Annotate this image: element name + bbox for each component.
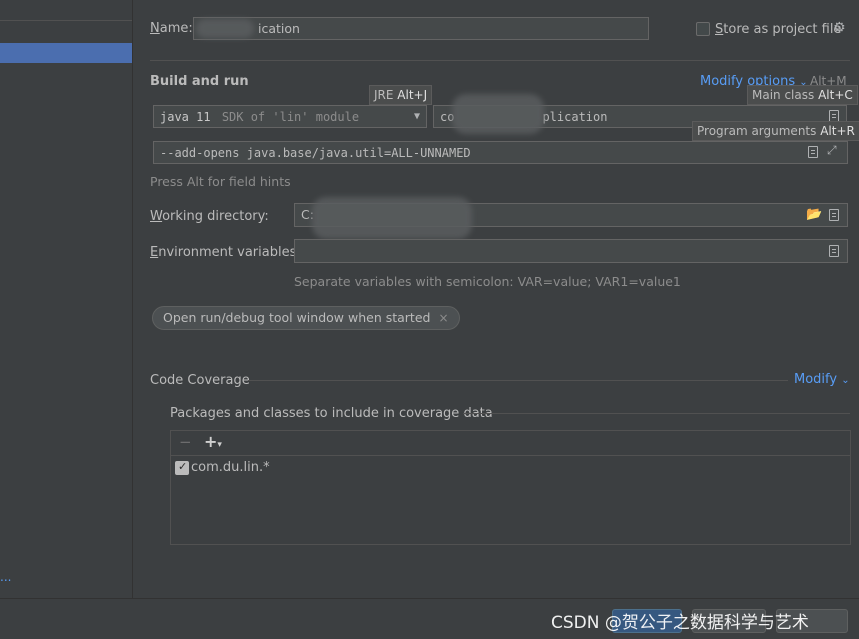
build-run-title: Build and run — [150, 74, 249, 89]
packages-title: Packages and classes to include in cover… — [170, 406, 493, 421]
fullscreen-icon[interactable]: ⤢ — [827, 143, 837, 158]
packages-toolbar: − +▾ — [171, 431, 850, 456]
main-class-suffix: plication — [542, 110, 608, 124]
env-vars-label: Environment variables: — [150, 245, 301, 260]
list-item[interactable]: com.du.lin.* — [175, 460, 845, 478]
gear-icon[interactable]: ⚙ — [833, 20, 846, 36]
env-vars-input[interactable] — [294, 239, 848, 263]
redacted-name-blur — [196, 19, 254, 38]
redacted-path-blur — [312, 197, 472, 239]
edit-env-icon[interactable] — [829, 245, 839, 257]
name-input-value: ication — [258, 21, 300, 36]
jre-tooltip: JRE Alt+J — [369, 85, 433, 105]
coverage-divider — [248, 380, 788, 381]
config-tree-sidebar: ... — [0, 0, 133, 598]
coverage-modify-link[interactable]: Modify ⌄ — [794, 372, 850, 387]
packages-divider — [463, 413, 850, 414]
packages-list-panel: − +▾ com.du.lin.* — [170, 430, 851, 545]
open-tool-window-chip[interactable]: Open run/debug tool window when started × — [152, 306, 460, 330]
header-divider — [150, 60, 850, 61]
sdk-detail: SDK of 'lin' module — [221, 110, 360, 124]
field-hint-text: Press Alt for field hints — [150, 174, 291, 189]
sidebar-divider — [0, 20, 132, 21]
package-label: com.du.lin.* — [191, 460, 270, 475]
close-icon[interactable]: × — [438, 311, 448, 325]
program-args-tooltip: Program arguments Alt+R — [692, 121, 859, 141]
vm-options-input[interactable]: --add-opens java.base/java.util=ALL-UNNA… — [153, 141, 848, 164]
chevron-down-icon: ▼ — [413, 111, 420, 122]
working-directory-label: Working directory: — [150, 209, 269, 224]
env-vars-hint: Separate variables with semicolon: VAR=v… — [294, 274, 681, 289]
folder-icon[interactable]: 📂 — [806, 207, 822, 222]
redacted-main-class-blur — [452, 94, 544, 134]
main-class-tooltip: Main class Alt+C — [747, 85, 858, 105]
expand-text-icon[interactable] — [808, 146, 818, 158]
remove-icon[interactable]: − — [179, 433, 192, 451]
sdk-value: java 11 — [160, 110, 211, 124]
store-project-file-checkbox[interactable] — [696, 22, 710, 36]
sidebar-more-link[interactable]: ... — [0, 570, 11, 584]
code-coverage-title: Code Coverage — [150, 373, 250, 388]
name-label: Name: — [150, 21, 193, 36]
package-checkbox[interactable] — [175, 460, 189, 475]
sidebar-selected-item[interactable] — [0, 43, 132, 63]
vm-options-value: --add-opens java.base/java.util=ALL-UNNA… — [160, 146, 471, 160]
csdn-watermark: CSDN @贺公子之数据科学与艺术 — [551, 613, 809, 633]
jre-sdk-dropdown[interactable]: java 11 SDK of 'lin' module ▼ — [153, 105, 427, 128]
store-project-file-label: Store as project file — [715, 22, 842, 37]
chip-label: Open run/debug tool window when started — [163, 310, 431, 325]
add-icon[interactable]: +▾ — [204, 432, 222, 451]
macros-icon[interactable] — [829, 209, 839, 221]
name-input[interactable]: ication — [193, 17, 649, 40]
